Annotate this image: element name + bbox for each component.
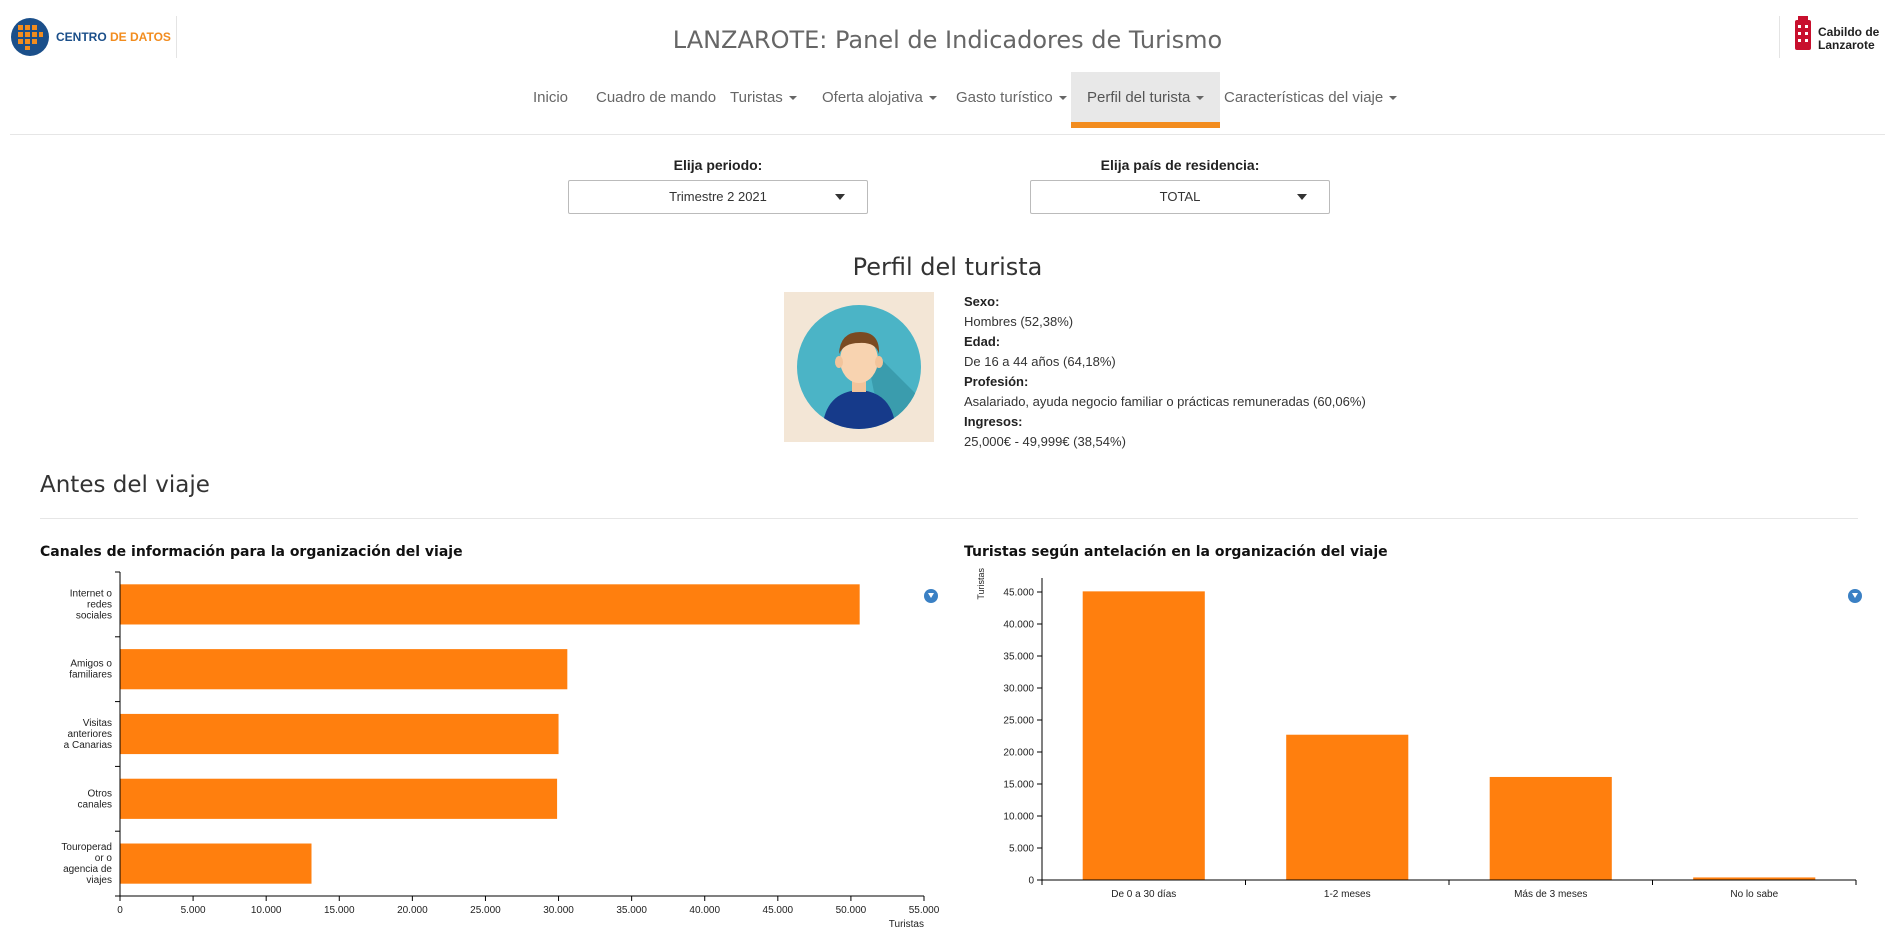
chart-title-antelacion: Turistas según antelación en la organiza…	[964, 544, 1388, 560]
avatar	[784, 292, 934, 442]
category-label: redes	[87, 599, 112, 610]
nav-item-inicio[interactable]: Inicio	[533, 72, 568, 122]
sexo-label: Sexo:	[964, 294, 1000, 309]
nav-item-turistas[interactable]: Turistas	[730, 72, 797, 122]
x-tick-label: 45.000	[763, 905, 794, 916]
chart-canales: Internet oredessociales Amigos ofamiliare…	[61, 571, 940, 930]
bar	[120, 843, 312, 884]
y-tick-label: 40.000	[1003, 620, 1034, 631]
cabildo-logo[interactable]: Cabildo de Lanzarote	[1779, 16, 1895, 58]
category-label: a Canarias	[64, 740, 112, 751]
page-title: LANZAROTE: Panel de Indicadores de Turis…	[672, 26, 1223, 54]
category-label: agencia de	[63, 864, 112, 875]
section-title: Antes del viaje	[40, 472, 210, 498]
period-label: Elija periodo:	[673, 157, 763, 173]
bar	[1286, 734, 1409, 880]
profesion-label: Profesión:	[964, 374, 1029, 389]
category-label: or o	[95, 853, 113, 864]
profesion-value: Asalariado, ayuda negocio familiar o prá…	[964, 394, 1366, 409]
period-select-value: Trimestre 2 2021	[669, 189, 767, 204]
nav-item-oferta-alojativa[interactable]: Oferta alojativa	[822, 72, 937, 122]
category-label: De 0 a 30 días	[1111, 889, 1176, 900]
x-tick-label: 5.000	[181, 905, 206, 916]
nav-item-perfil-del-turista[interactable]: Perfil del turista	[1071, 72, 1221, 128]
x-tick-label: 20.000	[397, 905, 428, 916]
x-tick-label: 10.000	[251, 905, 282, 916]
ingresos-value: 25,000€ - 49,999€ (38,54%)	[964, 434, 1126, 449]
category-label: viajes	[86, 875, 112, 886]
y-tick-label: 15.000	[1003, 780, 1034, 791]
chevron-down-icon	[1389, 96, 1398, 101]
chevron-down-icon	[788, 96, 797, 101]
bar	[120, 778, 558, 819]
x-tick-label: 15.000	[324, 905, 355, 916]
y-tick-label: 30.000	[1003, 684, 1034, 695]
y-axis-label: Turistas	[976, 568, 986, 600]
caret-down-icon	[835, 194, 845, 200]
bar	[1082, 591, 1205, 880]
category-label: anteriores	[68, 729, 112, 740]
bar	[120, 584, 860, 625]
category-label: canales	[78, 799, 112, 810]
chevron-down-icon	[1196, 96, 1205, 101]
y-tick-label: 10.000	[1003, 812, 1034, 823]
x-tick-label: 55.000	[909, 905, 940, 916]
x-tick-label: 40.000	[689, 905, 720, 916]
category-label: Otros	[88, 788, 112, 799]
country-select[interactable]: TOTAL	[1030, 180, 1330, 214]
chevron-down-icon	[928, 96, 937, 101]
country-select-value: TOTAL	[1159, 189, 1201, 204]
nav-item-cuadro-de-mando[interactable]: Cuadro de mando	[596, 72, 716, 122]
category-label: Más de 3 meses	[1514, 889, 1587, 900]
chart-antelacion: De 0 a 30 días 1-2 meses Más de 3 meses No …	[976, 568, 1857, 900]
y-tick-label: 20.000	[1003, 748, 1034, 759]
x-tick-label: 25.000	[470, 905, 501, 916]
category-label: Visitas	[83, 718, 112, 729]
user-avatar-icon	[797, 305, 921, 429]
category-label: Amigos o	[70, 659, 112, 670]
category-label: sociales	[76, 610, 112, 621]
nav-item-caracteristicas-del-viaje[interactable]: Características del viaje	[1224, 72, 1398, 122]
section-divider	[40, 518, 1858, 519]
edad-value: De 16 a 44 años (64,18%)	[964, 354, 1116, 369]
nav-item-gasto-turistico[interactable]: Gasto turístico	[956, 72, 1067, 122]
category-label: No lo sabe	[1730, 889, 1778, 900]
y-tick-label: 35.000	[1003, 652, 1034, 663]
profile-title: Perfil del turista	[852, 253, 1043, 281]
category-label: familiares	[69, 670, 112, 681]
x-axis-label: Turistas	[889, 919, 924, 930]
ingresos-label: Ingresos:	[964, 414, 1023, 429]
bar	[120, 649, 568, 690]
category-label: Touroperad	[61, 842, 112, 853]
chart-title-canales: Canales de información para la organizac…	[40, 544, 463, 560]
main-nav: Inicio Cuadro de mando Turistas Oferta a…	[0, 72, 1895, 128]
period-select[interactable]: Trimestre 2 2021	[568, 180, 868, 214]
y-tick-label: 45.000	[1003, 588, 1034, 599]
cabildo-logo-text: Cabildo de Lanzarote	[1818, 25, 1880, 52]
x-tick-label: 0	[117, 905, 123, 916]
category-label: Internet o	[70, 588, 113, 599]
cabildo-shield-icon	[1795, 16, 1811, 50]
country-label: Elija país de residencia:	[1100, 157, 1260, 173]
nav-divider	[10, 134, 1885, 135]
x-tick-label: 50.000	[836, 905, 867, 916]
caret-down-icon	[1297, 194, 1307, 200]
bar	[1489, 776, 1612, 880]
chevron-down-icon	[1058, 96, 1067, 101]
edad-label: Edad:	[964, 334, 1001, 349]
y-tick-label: 5.000	[1009, 844, 1034, 855]
y-tick-label: 25.000	[1003, 716, 1034, 727]
x-tick-label: 35.000	[616, 905, 647, 916]
y-tick-label: 0	[1028, 876, 1034, 887]
sexo-value: Hombres (52,38%)	[964, 314, 1074, 329]
category-label: 1-2 meses	[1324, 889, 1371, 900]
bar	[120, 713, 559, 755]
x-tick-label: 30.000	[543, 905, 574, 916]
